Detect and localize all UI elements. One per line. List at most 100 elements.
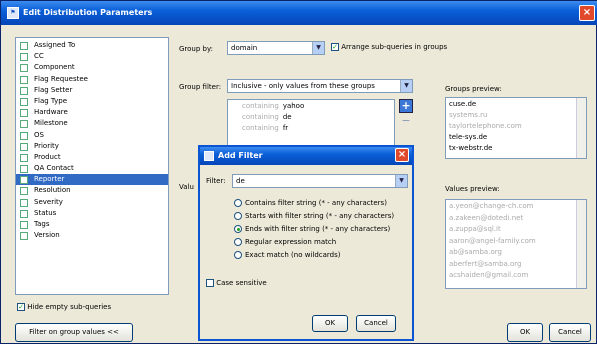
scrollbar[interactable] [576,98,586,158]
add-filter-title: Add Filter [218,151,263,160]
filter-value: yahoo [282,102,305,110]
window-title: Edit Distribution Parameters [23,8,153,17]
values-preview-list[interactable]: a.yeon@change-ch.com a.zakeen@dotedi.net a… [445,199,587,289]
value-preview-item: aaron@angel-family.com [449,236,536,245]
app-icon: ⚑ [7,7,19,19]
field-label: Flag Requestee [34,74,88,83]
field-list-item[interactable]: Version [16,230,168,241]
match-option-radio[interactable]: Contains filter string (* - any characte… [234,199,387,207]
radio-icon [234,225,242,233]
group-preview-item: taylortelephone.com [449,122,522,130]
chevron-down-icon: ▼ [395,175,407,187]
group-filter-list[interactable]: containing yahoo containing de containing fr [227,99,395,149]
add-filter-dialog: Add Filter × Filter: de ▼ Contains filte… [198,145,414,341]
values-preview-label: Values preview: [445,185,500,193]
filter-value: de [236,177,245,185]
add-filter-cancel-button[interactable]: Cancel [356,315,396,332]
close-icon[interactable]: × [395,148,409,162]
group-preview-item: tele-sys.de [449,133,488,141]
value-preview-item: a.yeon@change-ch.com [449,202,534,210]
field-list-item[interactable]: Status [16,208,168,219]
case-sensitive-checkbox[interactable]: Case sensitive [206,279,267,287]
field-icon [20,53,28,62]
field-icon [20,153,28,162]
arrange-checkbox[interactable]: ✓ Arrange sub-queries in groups [331,43,447,51]
field-icon [20,86,28,95]
field-list-item[interactable]: QA Contact [16,163,168,174]
values-label: Valu [179,183,194,191]
field-list-item[interactable]: Priority [16,141,168,152]
hide-empty-checkbox[interactable]: ✓ Hide empty sub-queries [17,303,111,311]
field-label: Tags [34,220,50,228]
add-filter-ok-button[interactable]: OK [312,315,348,332]
field-label: Priority [34,141,59,150]
ok-button[interactable]: OK [507,323,543,342]
scrollbar[interactable] [576,200,586,288]
field-icon [20,97,28,106]
filter-app-icon [204,151,214,161]
field-icon [20,221,28,229]
value-preview-item: ab@samba.org [449,248,502,256]
filter-row[interactable]: containing fr [232,123,394,134]
filter-input[interactable]: de ▼ [232,174,408,188]
close-button[interactable]: × [579,5,595,21]
field-icon [20,198,28,207]
filter-on-group-values-button[interactable]: Filter on group values << [15,323,133,342]
field-icon [20,232,28,241]
field-list-item[interactable]: Component [16,62,168,73]
radio-icon [234,238,242,246]
field-label: OS [34,130,44,139]
field-list[interactable]: Assigned To CC Component Flag Requestee Flag… [15,37,169,295]
field-icon [20,209,28,218]
match-option-radio[interactable]: Starts with filter string (* - any chara… [234,212,394,220]
group-by-select[interactable]: domain ▼ [227,41,325,55]
filter-op: containing [242,113,279,121]
field-list-item[interactable]: Milestone [16,118,168,129]
field-list-item[interactable]: Reporter [16,174,168,186]
match-option-radio[interactable]: Regular expression match [234,238,336,246]
field-list-item[interactable]: Resolution [16,185,168,196]
field-icon [20,131,28,140]
match-option-radio[interactable]: Ends with filter string (* - any charact… [234,225,390,233]
match-option-radio[interactable]: Exact match (no wildcards) [234,251,340,259]
filter-label: Filter: [206,177,226,185]
chevron-down-icon: ▼ [312,42,324,54]
filter-row[interactable]: containing yahoo [232,101,394,112]
field-list-item[interactable]: Assigned To [16,40,168,51]
field-label: Component [34,63,75,72]
group-filter-select[interactable]: Inclusive - only values from these group… [227,79,413,93]
group-preview-item: systems.ru [449,111,488,119]
field-icon [20,75,28,84]
groups-preview-list[interactable]: cuse.de systems.ru taylortelephone.com tele… [445,97,587,159]
field-list-item[interactable]: OS [16,130,168,141]
field-label: QA Contact [34,164,74,173]
hide-empty-check-icon: ✓ [17,303,25,311]
group-preview-item: cuse.de [449,100,477,108]
radio-icon [234,251,242,259]
match-option-label: Contains filter string (* - any characte… [245,199,387,207]
group-preview-item: tx-webstr.de [449,144,493,152]
field-list-item[interactable]: Product [16,152,168,163]
field-list-item[interactable]: Severity [16,197,168,208]
chevron-down-icon: ▼ [400,80,412,92]
field-list-item[interactable]: Hardware [16,107,168,118]
add-filter-button[interactable]: + [399,99,413,113]
field-list-item[interactable]: Flag Type [16,96,168,107]
field-list-item[interactable]: Flag Requestee [16,74,168,85]
remove-filter-button[interactable]: − [399,115,413,127]
field-icon [20,42,28,50]
cancel-button[interactable]: Cancel [549,323,591,342]
filter-op: containing [242,102,279,110]
plus-icon: + [401,99,411,112]
field-list-item[interactable]: CC [16,51,168,62]
field-list-item[interactable]: Flag Setter [16,85,168,96]
group-by-value: domain [231,44,258,52]
value-preview-item: a.zakeen@dotedi.net [449,213,524,222]
filter-row[interactable]: containing de [232,112,394,123]
match-option-label: Ends with filter string (* - any charact… [245,225,391,233]
field-label: Product [34,152,61,161]
match-option-label: Starts with filter string (* - any chara… [245,212,395,220]
field-label: Flag Type [34,96,68,105]
field-list-item[interactable]: Tags [16,219,168,230]
case-sensitive-label: Case sensitive [216,279,267,287]
